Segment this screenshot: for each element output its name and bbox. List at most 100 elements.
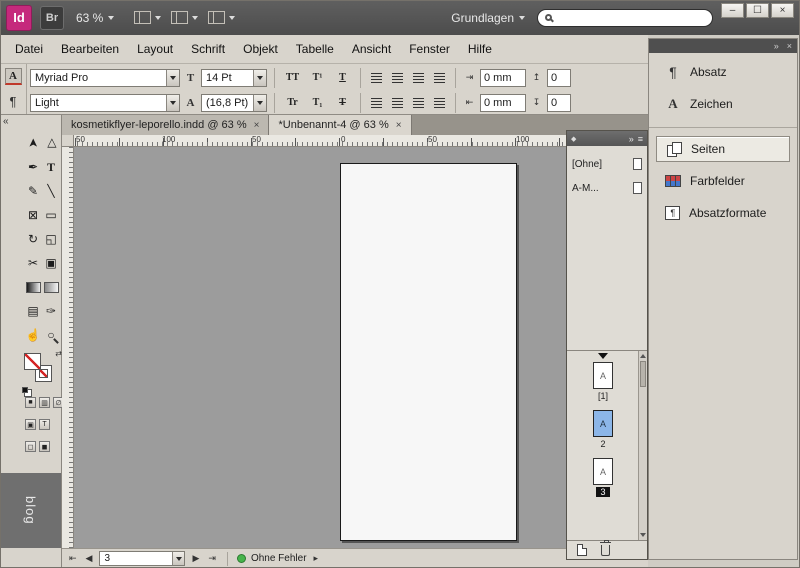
scrollbar-thumb[interactable] [640,361,646,387]
previous-page-button[interactable]: ◀ [84,553,95,564]
panel-menu-icon[interactable]: ≡ [638,134,643,144]
pages-scrollbar[interactable] [638,351,647,540]
page-item-1[interactable]: A [1] [567,362,639,401]
font-family-select[interactable]: Myriad Pro [30,69,180,87]
page-thumbnail[interactable]: A [593,458,613,485]
close-tab-icon[interactable]: × [254,120,260,131]
menu-fenster[interactable]: Fenster [400,38,459,60]
view-options-dropdown[interactable] [134,11,161,24]
chevron-down-icon[interactable] [253,95,266,111]
pen-tool[interactable]: ✒ [24,155,42,179]
superscript-button[interactable]: T¹ [307,68,328,87]
scissors-tool[interactable]: ✂ [24,251,42,275]
formatting-affects-text-button[interactable]: T [39,419,50,430]
justify-left-button[interactable] [368,95,385,110]
new-page-button[interactable] [577,544,587,556]
menu-hilfe[interactable]: Hilfe [459,38,501,60]
rotate-tool[interactable]: ↻ [24,227,42,251]
space-before-field[interactable]: 0 [547,69,571,87]
first-page-button[interactable]: ⇤ [67,553,79,564]
scroll-up-icon[interactable] [640,354,646,358]
search-input[interactable] [557,12,705,24]
bridge-button[interactable]: Br [40,6,64,30]
panel-button-seiten[interactable]: Seiten [656,136,790,162]
page-item-2[interactable]: A 2 [567,410,639,449]
all-caps-button[interactable]: TT [282,68,303,87]
pencil-tool[interactable]: ✎ [24,179,42,203]
delete-page-button[interactable] [601,545,610,556]
direct-selection-tool[interactable]: ▷ [39,134,63,152]
document-tab-kosmetikflyer[interactable]: kosmetikflyer-leporello.indd @ 63 % × [62,115,269,135]
close-button[interactable]: × [771,3,794,18]
space-after-field[interactable]: 0 [547,94,571,112]
chevron-down-icon[interactable] [166,95,179,111]
line-tool[interactable]: ╲ [42,179,60,203]
small-caps-button[interactable]: Tr [282,93,303,112]
subscript-button[interactable]: T₁ [307,93,328,112]
apply-color-button[interactable]: ■ [25,397,36,408]
document-page[interactable] [340,163,517,541]
justify-all-button[interactable] [431,95,448,110]
master-page-row-a[interactable]: A-M... [572,176,642,200]
justify-center-button[interactable] [389,95,406,110]
next-page-button[interactable]: ▶ [190,553,201,564]
menu-layout[interactable]: Layout [128,38,182,60]
align-center-button[interactable] [389,70,406,85]
panel-button-zeichen[interactable]: A Zeichen [656,91,790,117]
fill-swatch[interactable] [24,353,41,370]
panel-button-absatz[interactable]: ¶ Absatz [656,59,790,85]
page-item-3[interactable]: A 3 [567,458,639,497]
preview-view-button[interactable]: ◼ [39,441,50,452]
paragraph-formatting-button[interactable]: ¶ [0,89,26,114]
panel-button-absatzformate[interactable]: ¶ Absatzformate [656,200,790,226]
last-page-button[interactable]: ⇥ [206,553,218,564]
hand-tool[interactable]: ☝ [24,323,42,347]
collapse-panel-icon[interactable]: » [629,134,634,144]
underline-button[interactable]: T [332,68,353,87]
page-thumbnail[interactable]: A [593,362,613,389]
page-thumbnail[interactable]: A [593,410,613,437]
font-size-select[interactable]: 14 Pt [201,69,267,87]
indent-first-line-field[interactable]: 0 mm [480,94,526,112]
rectangle-tool[interactable]: ▭ [42,203,60,227]
indent-left-field[interactable]: 0 mm [480,69,526,87]
panel-button-farbfelder[interactable]: Farbfelder [656,168,790,194]
ruler-origin-box[interactable] [62,135,74,147]
align-left-button[interactable] [368,70,385,85]
note-tool[interactable]: ▤ [24,299,42,323]
strikethrough-button[interactable]: T [332,93,353,112]
gradient-feather-tool[interactable] [42,275,60,299]
arrange-documents-dropdown[interactable] [208,11,235,24]
maximize-button[interactable]: ☐ [746,3,769,18]
pages-panel-header[interactable]: ◆ » ≡ [567,131,647,146]
formatting-affects-container-button[interactable]: ▣ [25,419,36,430]
close-tab-icon[interactable]: × [396,120,402,131]
leading-select[interactable]: (16,8 Pt) [201,94,267,112]
chevron-down-icon[interactable] [172,552,184,565]
scale-tool[interactable]: ◱ [42,227,60,251]
menu-schrift[interactable]: Schrift [182,38,234,60]
menu-datei[interactable]: Datei [6,38,52,60]
collapse-tools-icon[interactable]: « [3,116,9,127]
character-formatting-button[interactable]: A [0,64,26,89]
align-right-button[interactable] [410,70,427,85]
frame-tool[interactable]: ⊠ [24,203,42,227]
screen-mode-dropdown[interactable] [171,11,198,24]
justify-right-button[interactable] [410,95,427,110]
menu-tabelle[interactable]: Tabelle [287,38,343,60]
menu-ansicht[interactable]: Ansicht [343,38,400,60]
apply-gradient-button[interactable]: ▥ [39,397,50,408]
free-transform-tool[interactable]: ▣ [42,251,60,275]
scroll-down-icon[interactable] [640,533,646,537]
expand-dock-icon[interactable]: » [774,42,779,51]
menu-bearbeiten[interactable]: Bearbeiten [52,38,128,60]
chevron-down-icon[interactable] [166,70,179,86]
menu-objekt[interactable]: Objekt [234,38,287,60]
minimize-button[interactable]: – [721,3,744,18]
page-number-select[interactable]: 3 [99,551,185,566]
justify-button[interactable] [431,70,448,85]
font-style-select[interactable]: Light [30,94,180,112]
default-fill-stroke-icon[interactable] [22,387,28,393]
search-box[interactable] [537,9,713,27]
eyedropper-tool[interactable]: ✑ [42,299,60,323]
